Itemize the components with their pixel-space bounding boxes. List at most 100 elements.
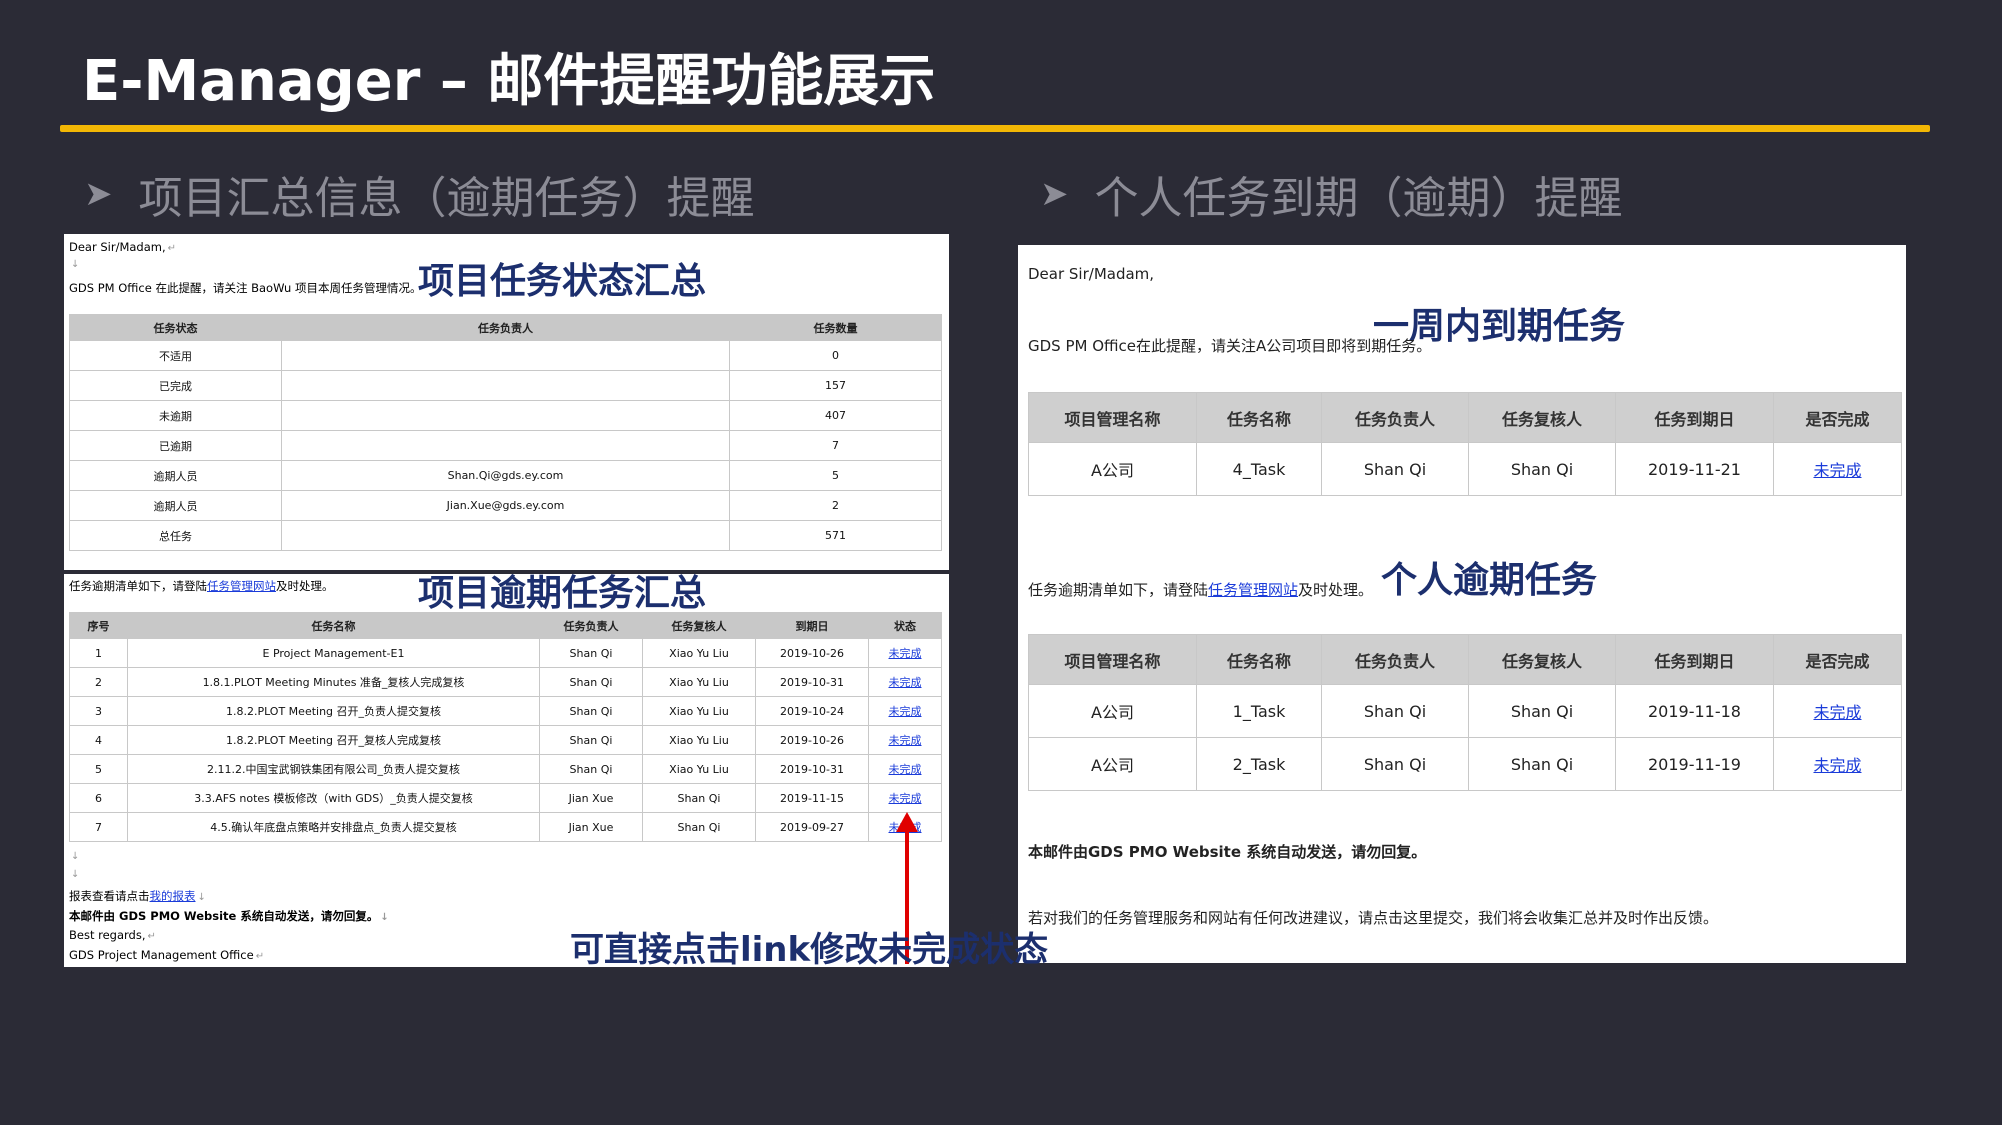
table-cell: Shan Qi <box>539 754 643 784</box>
red-arrow-up-icon <box>896 812 918 832</box>
due-task-table: 项目管理名称 任务名称 任务负责人 任务复核人 任务到期日 是否完成 A公司 4_Task S… <box>1028 392 1902 496</box>
column-header: 任务负责人 <box>539 612 643 639</box>
mail-blank-line: ↓ <box>71 869 80 880</box>
table-header-row: 项目管理名称 任务名称 任务负责人 任务复核人 任务到期日 是否完成 <box>1028 634 1902 685</box>
table-cell: 6 <box>69 783 128 813</box>
column-header: 项目管理名称 <box>1028 392 1197 443</box>
table-cell: Shan Qi <box>539 667 643 697</box>
title-underline <box>60 125 1930 132</box>
overdue-mail-screenshot: 任务逾期清单如下，请登陆任务管理网站及时处理。 项目逾期任务汇总 序号 任务名称任… <box>64 574 949 967</box>
mail-greeting: Dear Sir/Madam, ↵ <box>69 240 177 254</box>
table-cell: 2.11.2.中国宝武钢铁集团有限公司_负责人提交复核 <box>127 754 540 784</box>
column-header: 项目管理名称 <box>1028 634 1197 685</box>
table-cell <box>281 430 730 461</box>
table-cell: Shan Qi <box>1468 684 1616 738</box>
column-header: 任务状态 <box>69 314 282 341</box>
table-cell: 2019-11-15 <box>755 783 869 813</box>
status-link[interactable]: 未完成 <box>889 676 922 689</box>
table-cell: 4_Task <box>1196 442 1322 496</box>
table-cell: Jian.Xue@gds.ey.com <box>281 490 730 521</box>
column-header: 任务负责人 <box>1321 634 1469 685</box>
status-link[interactable]: 未完成 <box>889 763 922 776</box>
table-cell: 未完成 <box>868 667 942 697</box>
table-cell: Shan Qi <box>1468 737 1616 791</box>
table-cell: Shan Qi <box>642 783 756 813</box>
status-link[interactable]: 未完成 <box>889 792 922 805</box>
column-header: 任务负责人 <box>281 314 730 341</box>
table-row: 5 2.11.2.中国宝武钢铁集团有限公司_负责人提交复核 Shan Qi Xiao … <box>69 754 942 784</box>
my-report-link[interactable]: 我的报表 <box>150 889 196 903</box>
table-cell: 未完成 <box>1773 684 1902 738</box>
status-link[interactable]: 未完成 <box>1813 703 1861 722</box>
callout-text: 可直接点击link修改未完成状态 <box>570 930 1049 970</box>
status-link[interactable]: 未完成 <box>889 734 922 747</box>
table-cell: 4.5.确认年底盘点策略并安排盘点_负责人提交复核 <box>127 812 540 842</box>
table-cell <box>281 370 730 401</box>
table-cell: 2 <box>729 490 942 521</box>
table-cell: 未逾期 <box>69 400 282 431</box>
column-header: 状态 <box>868 612 942 639</box>
status-link[interactable]: 未完成 <box>889 647 922 660</box>
table-cell: 7 <box>69 812 128 842</box>
table-cell: 未完成 <box>868 754 942 784</box>
table-row: 未逾期 407 <box>69 400 942 431</box>
table-cell: 已完成 <box>69 370 282 401</box>
table-cell: Shan Qi <box>539 725 643 755</box>
section-heading-right: ➤ 个人任务到期（逾期）提醒 <box>1040 162 1623 226</box>
table-cell: 571 <box>729 520 942 551</box>
section-heading-left: ➤ 项目汇总信息（逾期任务）提醒 <box>84 162 755 226</box>
table-cell: 4 <box>69 725 128 755</box>
column-header: 任务名称 <box>1196 634 1322 685</box>
table-cell: 407 <box>729 400 942 431</box>
overdue-intro: 任务逾期清单如下，请登陆任务管理网站及时处理。 <box>1028 581 1374 599</box>
table-cell <box>281 400 730 431</box>
table-cell: Xiao Yu Liu <box>642 638 756 668</box>
table-row: 不适用 0 <box>69 340 942 371</box>
slide-title: E-Manager – 邮件提醒功能展示 <box>82 49 936 114</box>
signature-line: GDS Project Management Office ↵ <box>69 948 265 962</box>
table-cell: A公司 <box>1028 684 1197 738</box>
table-cell: 2019-10-31 <box>755 667 869 697</box>
table-cell: Shan.Qi@gds.ey.com <box>281 460 730 491</box>
table-row: 7 4.5.确认年底盘点策略并安排盘点_负责人提交复核 Jian Xue Shan Q… <box>69 812 942 842</box>
column-header: 序号 <box>69 612 128 639</box>
column-header: 任务名称 <box>1196 392 1322 443</box>
table-cell: Shan Qi <box>1321 442 1469 496</box>
overlay-personal-overdue: 个人逾期任务 <box>1381 560 1598 601</box>
mail-greeting: Dear Sir/Madam, <box>1028 265 1155 283</box>
status-link[interactable]: 未完成 <box>889 705 922 718</box>
table-cell: 157 <box>729 370 942 401</box>
table-header-row: 项目管理名称 任务名称 任务负责人 任务复核人 任务到期日 是否完成 <box>1028 392 1902 443</box>
arrowhead-bullet-icon: ➤ <box>1040 174 1069 214</box>
table-cell: 未完成 <box>868 783 942 813</box>
table-cell: Shan Qi <box>539 696 643 726</box>
table-row: 2 1.8.1.PLOT Meeting Minutes 准备_复核人完成复核 Sh… <box>69 667 942 697</box>
table-cell: 逾期人员 <box>69 490 282 521</box>
column-header: 任务负责人 <box>1321 392 1469 443</box>
table-cell: Xiao Yu Liu <box>642 696 756 726</box>
table-cell: 2 <box>69 667 128 697</box>
task-site-link[interactable]: 任务管理网站 <box>207 579 276 593</box>
table-cell: 不适用 <box>69 340 282 371</box>
column-header: 任务到期日 <box>1615 392 1774 443</box>
status-link[interactable]: 未完成 <box>1813 756 1861 775</box>
table-cell: 0 <box>729 340 942 371</box>
table-cell: Shan Qi <box>539 638 643 668</box>
table-row: A公司 2_Task Shan Qi Shan Qi 2019-11-19 未完成 <box>1028 737 1902 791</box>
status-link[interactable]: 未完成 <box>1813 461 1861 480</box>
report-line: 报表查看请点击我的报表 ↓ <box>69 889 206 903</box>
table-cell: 未完成 <box>868 725 942 755</box>
table-cell: 未完成 <box>1773 737 1902 791</box>
table-cell: E Project Management-E1 <box>127 638 540 668</box>
mail-blank-line: ↓ <box>71 259 80 270</box>
table-cell: Jian Xue <box>539 783 643 813</box>
table-row: A公司 1_Task Shan Qi Shan Qi 2019-11-18 未完成 <box>1028 684 1902 738</box>
table-cell: 总任务 <box>69 520 282 551</box>
table-cell: 2019-10-26 <box>755 725 869 755</box>
table-row: 已完成 157 <box>69 370 942 401</box>
summary-mail-screenshot: Dear Sir/Madam, ↵ ↓ GDS PM Office 在此提醒，请关… <box>64 234 949 570</box>
auto-send-note: 本邮件由GDS PMO Website 系统自动发送，请勿回复。 <box>1028 843 1427 861</box>
table-row: 逾期人员 Jian.Xue@gds.ey.com 2 <box>69 490 942 521</box>
table-row: 4 1.8.2.PLOT Meeting 召开_复核人完成复核 Shan Qi Xia… <box>69 725 942 755</box>
task-site-link[interactable]: 任务管理网站 <box>1208 581 1298 599</box>
